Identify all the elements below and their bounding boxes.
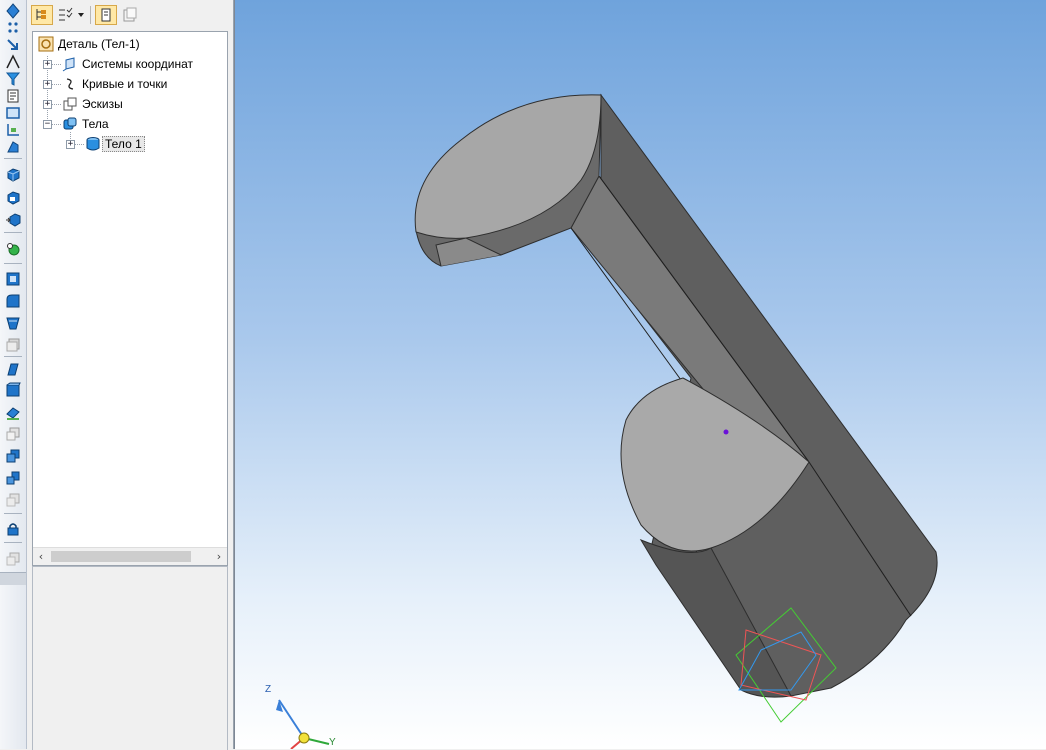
extrude-icon[interactable] — [4, 165, 22, 183]
tree-item-sketches[interactable]: Эскизы — [61, 95, 126, 113]
panel-icon[interactable] — [95, 5, 117, 25]
tree-root-label: Деталь (Тел-1) — [58, 37, 140, 51]
tree-horizontal-scrollbar[interactable]: ‹ › — [33, 547, 227, 565]
tree-item-body-1[interactable]: Тело 1 — [84, 135, 145, 153]
body-icon — [84, 136, 102, 152]
vertical-toolbar — [0, 0, 27, 749]
expand-body-1[interactable]: + — [66, 140, 75, 149]
expand-curves[interactable]: + — [43, 80, 52, 89]
tree-item-curves-points[interactable]: Кривые и точки — [61, 75, 170, 93]
dotted-points-icon[interactable] — [4, 19, 22, 37]
model-tree: Деталь (Тел-1) + Системы координат + Кри… — [32, 31, 228, 566]
z-axis-label: Z — [265, 684, 272, 695]
tree-view-icon[interactable] — [31, 5, 53, 25]
curve-icon — [61, 76, 79, 92]
bodies-icon — [61, 116, 79, 132]
origin-point[interactable] — [723, 429, 729, 435]
tree-item-label: Кривые и точки — [82, 77, 168, 91]
properties-panel — [32, 566, 228, 750]
expand-coordinate-systems[interactable]: + — [43, 60, 52, 69]
rotate-icon[interactable] — [4, 188, 22, 206]
tree-item-label: Системы координат — [82, 57, 193, 71]
boolean-icon[interactable] — [4, 240, 22, 258]
array-icon[interactable] — [4, 447, 22, 465]
axis-plane-icon[interactable] — [4, 121, 22, 139]
cut-icon[interactable] — [4, 210, 22, 228]
plane-icon[interactable] — [4, 403, 22, 421]
tree-item-label: Эскизы — [82, 97, 123, 111]
sketch-icon — [61, 96, 79, 112]
3d-model — [276, 93, 938, 749]
document-icon[interactable] — [4, 87, 22, 105]
part-icon — [37, 36, 55, 52]
draft-icon[interactable] — [4, 314, 22, 332]
rectangle-icon[interactable] — [4, 104, 22, 122]
tree-root-item[interactable]: Деталь (Тел-1) — [37, 35, 143, 53]
vertex-icon[interactable] — [4, 2, 22, 20]
toolbar-scroll-button[interactable] — [0, 572, 26, 585]
angle-icon[interactable] — [4, 53, 22, 71]
properties-panel-icon[interactable] — [119, 5, 139, 25]
tree-item-bodies[interactable]: Тела — [61, 115, 112, 133]
shell-icon[interactable] — [4, 270, 22, 288]
fillet-icon[interactable] — [4, 292, 22, 310]
tree-item-label: Тело 1 — [102, 136, 145, 152]
offset-icon[interactable] — [4, 336, 22, 354]
lock-icon[interactable] — [4, 520, 22, 538]
copy-icon[interactable] — [4, 425, 22, 443]
axis-triad — [276, 699, 330, 749]
sketch-hand-icon[interactable] — [4, 138, 22, 156]
expand-sketches[interactable]: + — [43, 100, 52, 109]
collapse-bodies[interactable]: − — [43, 120, 52, 129]
properties-icon[interactable] — [4, 491, 22, 509]
filter-icon[interactable] — [4, 70, 22, 88]
surface-icon[interactable] — [4, 360, 22, 378]
dropdown-arrow-icon[interactable] — [75, 5, 87, 25]
model-tree-panel: Деталь (Тел-1) + Системы координат + Кри… — [27, 0, 234, 750]
tree-filter-icon[interactable] — [55, 5, 75, 25]
3d-viewport[interactable]: Z Y — [234, 0, 1046, 749]
y-axis-label: Y — [329, 737, 336, 748]
scrollbar-thumb[interactable] — [51, 551, 191, 562]
arrow-point-icon[interactable] — [4, 36, 22, 54]
tree-toolbar — [27, 0, 233, 30]
scroll-left-icon[interactable]: ‹ — [33, 548, 49, 565]
tree-item-label: Тела — [82, 117, 109, 131]
coordinate-system-icon — [61, 56, 79, 72]
tree-item-coordinate-systems[interactable]: Системы координат — [61, 55, 196, 73]
settings-icon[interactable] — [4, 550, 22, 568]
box-icon[interactable] — [4, 381, 22, 399]
scroll-right-icon[interactable]: › — [211, 548, 227, 565]
mirror-icon[interactable] — [4, 469, 22, 487]
